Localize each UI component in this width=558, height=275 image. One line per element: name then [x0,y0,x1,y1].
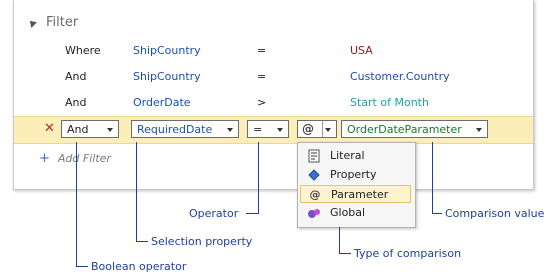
parameter-icon: @ [302,122,314,136]
boolean-operator-dropdown[interactable]: And [61,120,119,138]
callout-operator: Operator [189,207,239,220]
chevron-down-icon [325,128,331,132]
row-operator: And [65,96,87,109]
selection-property-value: RequiredDate [137,123,213,136]
operator-value: = [253,123,263,136]
callout-selection-property: Selection property [151,235,253,248]
row-value: Customer.Country [350,70,450,83]
literal-icon [307,149,321,163]
boolean-operator-value: And [67,123,89,136]
divider [322,121,323,137]
plus-icon: + [39,151,50,166]
row-comparison: = [257,44,267,57]
menu-item-parameter[interactable]: @ Parameter [300,185,411,203]
parameter-icon: @ [309,188,321,201]
edit-filter-row: ✕ And RequiredDate = @ OrderDateParamete… [14,116,533,144]
filter-title: Filter [46,15,79,30]
callout-type-of-comparison: Type of comparison [354,247,462,260]
chevron-down-icon [227,128,233,132]
row-value: USA [350,44,373,57]
menu-item-property[interactable]: Property [300,166,411,184]
comparison-value-dropdown[interactable]: OrderDateParameter [341,120,488,138]
chevron-down-icon [107,128,113,132]
row-comparison: > [257,96,267,109]
callout-line [432,213,442,214]
callout-line [246,213,259,214]
row-value: Start of Month [350,96,429,109]
menu-item-label: Property [330,168,377,181]
menu-item-label: Literal [330,149,365,162]
callout-line [76,266,88,267]
callout-line [258,142,259,214]
row-field: OrderDate [133,96,191,109]
filter-panel: Filter Where ShipCountry = USA And ShipC… [13,0,534,190]
chevron-down-icon [277,128,283,132]
x-icon[interactable]: ✕ [44,121,55,136]
filter-row[interactable]: And OrderDate > Start of Month [14,92,533,114]
callout-line [339,227,340,254]
filter-row[interactable]: Where ShipCountry = USA [14,40,533,62]
menu-item-label: Parameter [331,188,389,201]
menu-item-label: Global [330,206,366,219]
global-icon [307,206,321,220]
add-filter-button[interactable]: + Add Filter [39,151,111,166]
callout-line [76,142,77,267]
callout-line [432,142,433,214]
collapse-icon[interactable] [27,17,37,28]
menu-item-literal[interactable]: Literal [300,147,411,165]
comparison-value: OrderDateParameter [347,123,462,136]
menu-item-global[interactable]: Global [300,204,411,222]
add-filter-label: Add Filter [57,152,111,165]
operator-dropdown[interactable]: = [247,120,289,138]
selection-property-dropdown[interactable]: RequiredDate [131,120,239,138]
row-operator: And [65,70,87,83]
chevron-down-icon [476,128,482,132]
callout-boolean-operator: Boolean operator [91,260,187,273]
callout-line [136,142,137,242]
callout-line [339,253,351,254]
row-field: ShipCountry [133,70,201,83]
row-comparison: = [257,70,267,83]
comparison-type-dropdown[interactable]: @ [297,120,337,138]
row-operator: Where [65,44,101,57]
filter-row[interactable]: And ShipCountry = Customer.Country [14,66,533,88]
comparison-type-menu: Literal Property @ Parameter Global [297,142,416,228]
callout-comparison-value: Comparison value [445,207,545,220]
callout-line [136,241,148,242]
property-icon [307,168,321,182]
filter-header[interactable]: Filter [27,15,79,30]
row-field: ShipCountry [133,44,201,57]
